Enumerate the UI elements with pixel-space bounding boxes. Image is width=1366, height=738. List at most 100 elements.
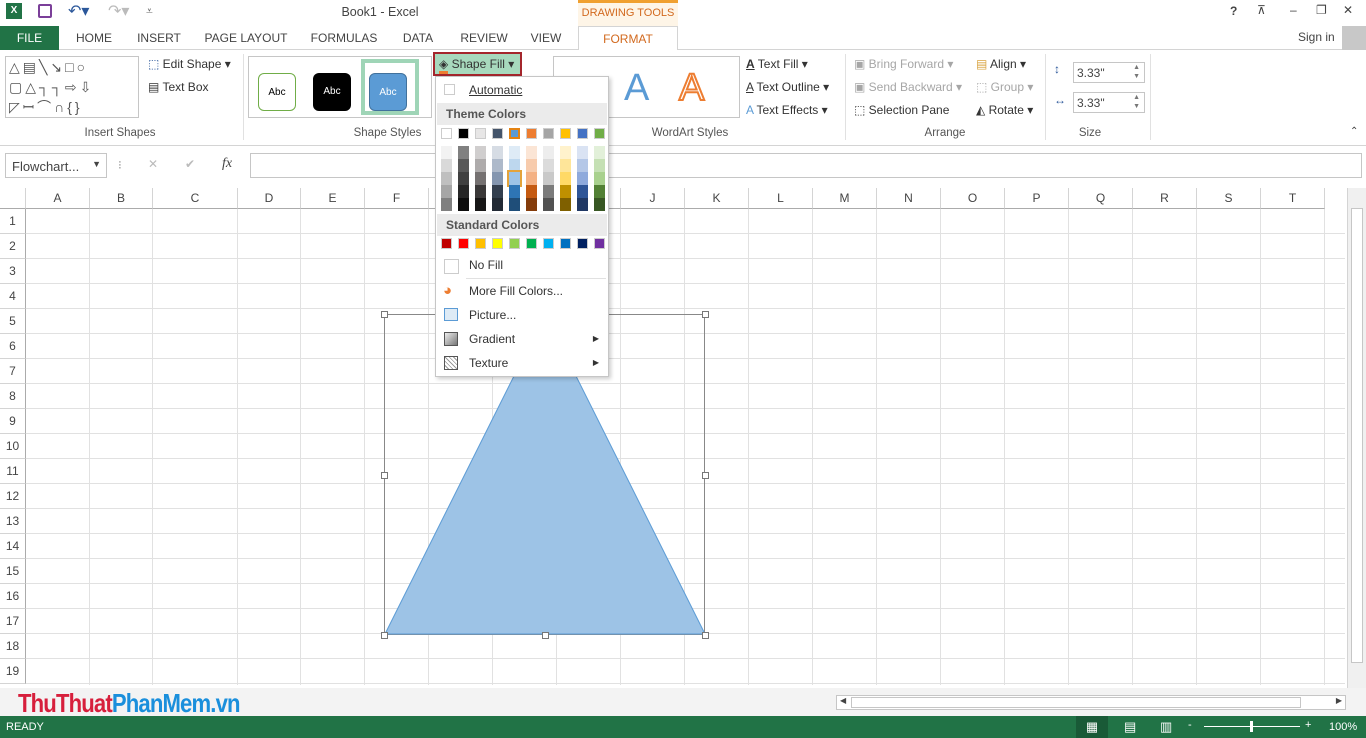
theme-shade-swatch[interactable] [441, 172, 452, 185]
theme-shade-swatch[interactable] [492, 198, 503, 211]
standard-color-swatch[interactable] [492, 238, 503, 249]
theme-shade-swatch[interactable] [560, 185, 571, 198]
tab-view[interactable]: VIEW [524, 26, 568, 50]
shape-height-input[interactable]: 3.33" ▲ ▼ [1073, 62, 1145, 83]
standard-color-swatch[interactable] [475, 238, 486, 249]
theme-shade-swatch[interactable] [458, 146, 469, 159]
theme-shade-swatch[interactable] [543, 146, 554, 159]
theme-color-swatch[interactable] [509, 128, 520, 139]
theme-shade-swatch[interactable] [526, 146, 537, 159]
row-header-19[interactable]: 19 [0, 659, 26, 684]
tab-home[interactable]: HOME [66, 26, 122, 50]
theme-shade-swatch[interactable] [441, 159, 452, 172]
theme-shade-swatch[interactable] [509, 198, 520, 211]
zoom-slider[interactable] [1204, 721, 1300, 732]
row-header-14[interactable]: 14 [0, 534, 26, 559]
ribbon-display-icon[interactable]: ⊼ [1257, 3, 1266, 17]
theme-shade-swatch[interactable] [577, 146, 588, 159]
standard-color-swatch[interactable] [543, 238, 554, 249]
more-fill-colors-option[interactable]: ◕ More Fill Colors... [437, 280, 607, 302]
column-header-R[interactable]: R [1133, 188, 1197, 209]
theme-shade-swatch[interactable] [475, 159, 486, 172]
page-layout-view-icon[interactable]: ▤ [1124, 719, 1136, 735]
align-button[interactable]: ▤ Align ▾ [976, 57, 1026, 71]
row-header-18[interactable]: 18 [0, 634, 26, 659]
row-header-16[interactable]: 16 [0, 584, 26, 609]
style-dark[interactable]: Abc [313, 73, 351, 111]
formula-input[interactable] [250, 153, 1362, 178]
text-box-button[interactable]: ▤ Text Box [148, 80, 209, 94]
theme-shade-swatch[interactable] [594, 146, 605, 159]
standard-color-swatch[interactable] [526, 238, 537, 249]
theme-shade-swatch[interactable] [509, 146, 520, 159]
tab-review[interactable]: REVIEW [454, 26, 514, 50]
send-backward-button[interactable]: ▣ Send Backward ▾ [854, 80, 962, 94]
theme-shade-swatch[interactable] [577, 159, 588, 172]
theme-shade-swatch[interactable] [492, 159, 503, 172]
theme-color-swatch[interactable] [543, 128, 554, 139]
theme-shade-swatch[interactable] [475, 146, 486, 159]
name-box[interactable]: Flowchart... ▼ [5, 153, 107, 178]
theme-shade-swatch[interactable] [492, 185, 503, 198]
theme-shade-swatch[interactable] [492, 146, 503, 159]
theme-shade-swatch[interactable] [458, 172, 469, 185]
row-header-4[interactable]: 4 [0, 284, 26, 309]
column-header-J[interactable]: J [621, 188, 685, 209]
wordart-orange[interactable]: A [678, 66, 705, 110]
collapse-ribbon-icon[interactable]: ⌃ [1350, 126, 1358, 137]
theme-color-swatch[interactable] [458, 128, 469, 139]
row-header-7[interactable]: 7 [0, 359, 26, 384]
horizontal-scroll-thumb[interactable] [851, 697, 1301, 708]
rotate-button[interactable]: ◭ Rotate ▾ [976, 103, 1033, 117]
theme-shade-swatch[interactable] [594, 159, 605, 172]
column-header-F[interactable]: F [365, 188, 429, 209]
bring-forward-button[interactable]: ▣ Bring Forward ▾ [854, 57, 953, 71]
theme-shade-swatch[interactable] [509, 185, 520, 198]
column-header-D[interactable]: D [238, 188, 301, 209]
text-fill-button[interactable]: A Text Fill ▾ [746, 57, 808, 71]
theme-color-swatch[interactable] [492, 128, 503, 139]
theme-shade-swatch[interactable] [594, 172, 605, 185]
style-blue[interactable]: Abc [369, 73, 407, 111]
insert-function-button[interactable]: fx [222, 156, 232, 172]
picture-option[interactable]: Picture... [437, 304, 607, 326]
theme-shade-swatch[interactable] [577, 198, 588, 211]
shapes-gallery[interactable]: △▤╲↘□○ ▢△┐┐⇨⇩ ◸ꟷ⌒∩{} [5, 56, 139, 118]
column-header-P[interactable]: P [1005, 188, 1069, 209]
tab-page-layout[interactable]: PAGE LAYOUT [198, 26, 294, 50]
theme-shade-swatch[interactable] [543, 172, 554, 185]
select-all-corner[interactable] [0, 188, 26, 209]
column-header-O[interactable]: O [941, 188, 1005, 209]
standard-color-swatch[interactable] [594, 238, 605, 249]
text-outline-button[interactable]: A Text Outline ▾ [746, 80, 829, 94]
zoom-level[interactable]: 100% [1329, 721, 1357, 733]
theme-shade-swatch[interactable] [560, 198, 571, 211]
theme-shade-swatch[interactable] [594, 198, 605, 211]
column-header-N[interactable]: N [877, 188, 941, 209]
texture-option[interactable]: Texture ▶ [437, 352, 607, 374]
sign-in-link[interactable]: Sign in [1298, 30, 1335, 44]
group-button[interactable]: ⬚ Group ▾ [976, 80, 1033, 94]
style-outline[interactable]: Abc [258, 73, 296, 111]
restore-button[interactable]: ❐ [1316, 3, 1327, 17]
page-break-view-icon[interactable]: ▥ [1160, 719, 1172, 735]
column-header-K[interactable]: K [685, 188, 749, 209]
no-fill-option[interactable]: No Fill [437, 254, 607, 276]
theme-color-swatch[interactable] [560, 128, 571, 139]
theme-shade-swatch[interactable] [543, 159, 554, 172]
theme-shade-swatch[interactable] [475, 172, 486, 185]
standard-color-swatch[interactable] [458, 238, 469, 249]
theme-color-swatch[interactable] [526, 128, 537, 139]
theme-shade-swatch[interactable] [577, 185, 588, 198]
theme-shade-swatch[interactable] [526, 198, 537, 211]
zoom-out-button[interactable]: - [1188, 719, 1192, 731]
edit-shape-button[interactable]: ⬚ Edit Shape ▾ [148, 57, 231, 71]
tab-formulas[interactable]: FORMULAS [304, 26, 384, 50]
theme-shade-swatch[interactable] [441, 146, 452, 159]
column-header-B[interactable]: B [90, 188, 153, 209]
row-header-17[interactable]: 17 [0, 609, 26, 634]
cancel-icon[interactable]: ✕ [148, 157, 158, 171]
column-header-M[interactable]: M [813, 188, 877, 209]
zoom-in-button[interactable]: + [1305, 719, 1311, 731]
theme-shade-swatch[interactable] [509, 159, 520, 172]
